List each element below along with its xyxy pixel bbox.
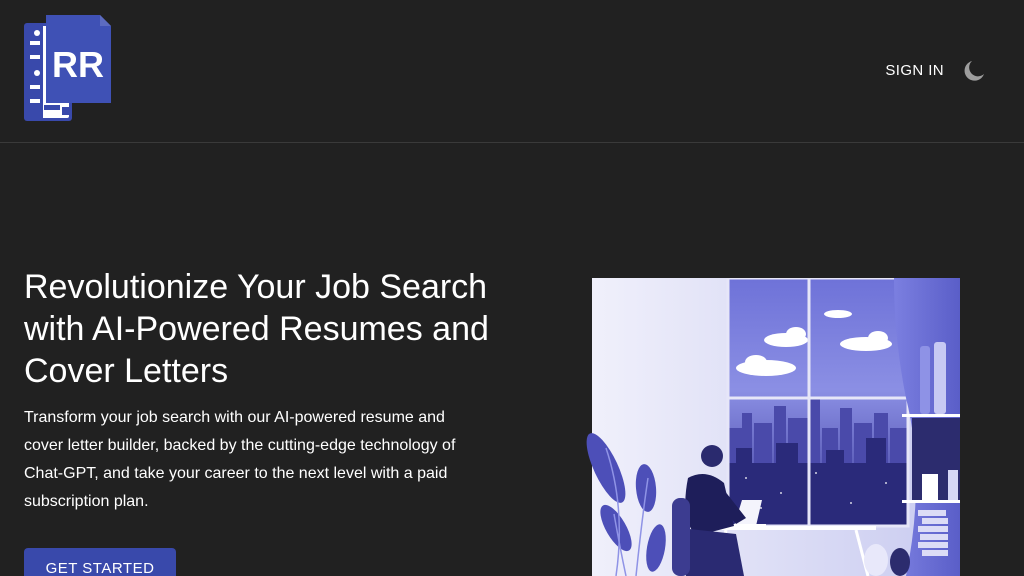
moon-icon — [964, 60, 984, 81]
top-nav: SIGN IN — [885, 58, 986, 83]
site-header: RR SIGN IN — [0, 0, 1024, 143]
theme-toggle-button[interactable] — [962, 59, 986, 83]
logo-mark: RR — [24, 15, 111, 121]
svg-text:RR: RR — [52, 44, 104, 85]
hero-illustration — [576, 278, 960, 576]
hero-title: Revolutionize Your Job Search with AI-Po… — [24, 268, 489, 390]
logo[interactable]: RR — [24, 15, 112, 121]
hero-description: Transform your job search with our AI-po… — [24, 409, 456, 510]
sign-in-link[interactable]: SIGN IN — [885, 58, 944, 83]
get-started-button[interactable]: GET STARTED — [24, 548, 176, 576]
